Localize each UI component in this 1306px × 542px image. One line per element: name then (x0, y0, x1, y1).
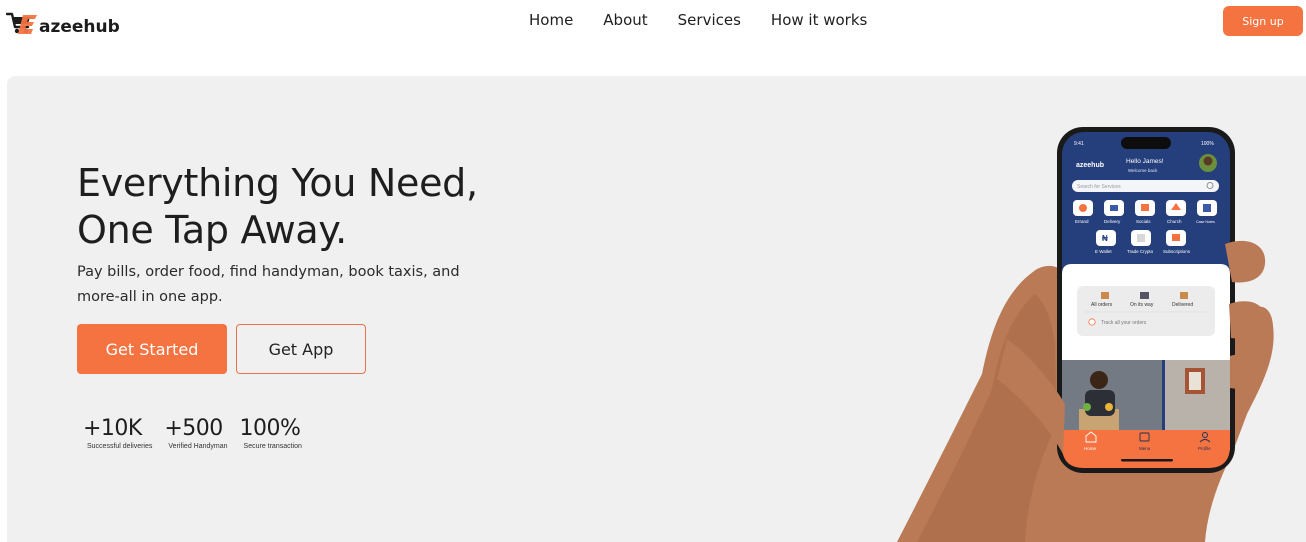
hand-phone-illustration: 9:41 100% azeehub Hello James! Welcome b… (897, 127, 1274, 542)
nav-link-how-it-works[interactable]: How it works (771, 10, 867, 30)
service-subscriptions: Subscriptions (1163, 249, 1191, 254)
svg-text:₦: ₦ (1102, 234, 1108, 243)
top-navbar: azeehub Home About Services How it works… (0, 0, 1306, 60)
app-welcome: Welcome back (1128, 168, 1158, 173)
hero-headline: Everything You Need, One Tap Away. (77, 160, 497, 254)
service-trade-crypto: Trade Crypto (1127, 249, 1154, 254)
nav-link-home[interactable]: Home (529, 10, 573, 30)
stat-label: Verified Handyman (168, 443, 228, 450)
brand-logo[interactable]: azeehub (6, 10, 120, 38)
hero-section: Everything You Need, One Tap Away. Pay b… (7, 76, 1306, 542)
signup-button[interactable]: Sign up (1223, 6, 1303, 36)
orders-all: All orders (1091, 302, 1113, 308)
nav-link-about[interactable]: About (603, 10, 647, 30)
app-avatar-face (1203, 156, 1213, 166)
stat-handyman: +500 Verified Handyman (164, 416, 227, 450)
cart-logo-icon (6, 12, 37, 34)
get-started-button[interactable]: Get Started (77, 324, 227, 374)
track-orders: Track all your orders (1101, 320, 1147, 326)
service-case-notes: Case Notes (1196, 220, 1215, 224)
orders-delivered: Delivered (1172, 302, 1193, 308)
orders-on-its-way: On its way (1130, 302, 1154, 308)
service-church: Church (1167, 219, 1182, 224)
service-socials: Socials (1136, 219, 1151, 224)
app-logo-text: azeehub (1076, 162, 1104, 169)
service-errand: Errand (1075, 219, 1089, 224)
stat-value: +500 (164, 416, 223, 441)
app-search-placeholder: Search for Services (1077, 184, 1121, 190)
status-time: 9:41 (1074, 141, 1084, 147)
app-services-row-2: ₦ E Wallet Trade Crypto Subscriptions (1095, 230, 1191, 254)
status-battery: 100% (1201, 141, 1214, 147)
get-app-button[interactable]: Get App (236, 324, 366, 374)
delivered-icon (1180, 292, 1188, 299)
main-menu: Home About Services How it works (529, 10, 897, 30)
service-delivery: Delivery (1104, 219, 1121, 224)
courier-head (1090, 371, 1108, 389)
stat-label: Successful deliveries (87, 443, 153, 450)
track-orders-icon (1088, 318, 1096, 326)
stat-value: +10K (83, 416, 142, 441)
stat-label: Secure transaction (243, 443, 302, 450)
dynamic-island (1121, 137, 1171, 149)
brand-name: azeehub (39, 17, 120, 37)
on-its-way-icon (1140, 292, 1149, 299)
bottom-nav-menu: Menu (1139, 446, 1151, 451)
stats-row: +10K Successful deliveries +500 Verified… (83, 416, 314, 450)
hero-subtitle: Pay bills, order food, find handyman, bo… (77, 264, 460, 305)
finger-top (1225, 240, 1266, 283)
home-indicator (1121, 459, 1173, 462)
all-orders-icon (1101, 292, 1109, 299)
stat-value: 100% (239, 416, 301, 441)
stat-secure: 100% Secure transaction (240, 416, 302, 450)
nav-link-services[interactable]: Services (678, 10, 741, 30)
bottom-nav-profile: Profile (1198, 446, 1211, 451)
stat-deliveries: +10K Successful deliveries (83, 416, 152, 450)
app-greeting: Hello James! (1126, 158, 1164, 165)
bottom-nav-home: Home (1084, 446, 1097, 451)
service-e-wallet: E Wallet (1095, 249, 1112, 254)
headline-line-1: Everything You Need, (77, 161, 478, 205)
headline-line-2: One Tap Away. (77, 208, 347, 252)
